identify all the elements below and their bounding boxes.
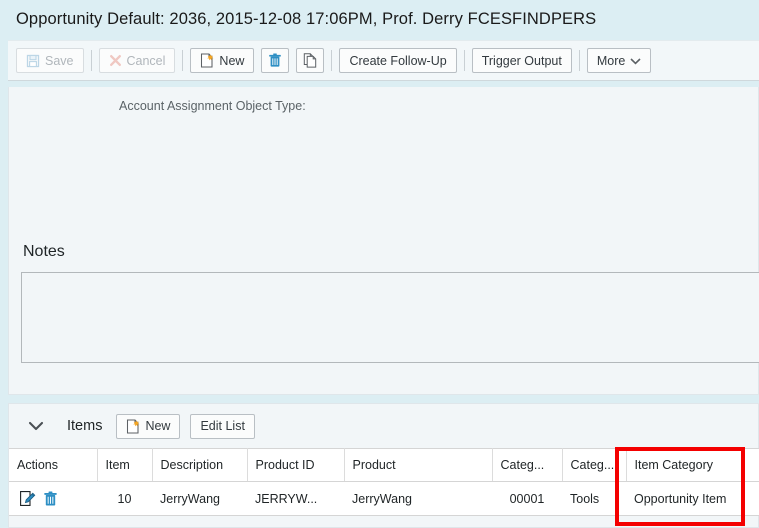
column-header-actions[interactable]: Actions (9, 448, 98, 482)
items-table: Actions Item Description Product ID Prod… (9, 448, 759, 516)
cancel-button-label: Cancel (126, 53, 166, 68)
column-header-description[interactable]: Description (152, 448, 248, 482)
save-button[interactable]: Save (16, 48, 84, 73)
trash-icon (268, 53, 282, 68)
more-menu-label: More (596, 53, 626, 68)
toolbar-separator (463, 50, 465, 71)
column-header-product-id[interactable]: Product ID (247, 448, 345, 482)
items-new-button[interactable]: New (116, 413, 181, 439)
toolbar-separator (331, 50, 333, 71)
create-follow-up-button[interactable]: Create Follow-Up (339, 48, 457, 73)
toolbar-separator (578, 50, 580, 71)
column-header-item-category[interactable]: Item Category (626, 448, 759, 482)
action-toolbar: Save Cancel New Create Follow-Up Trigger… (8, 40, 759, 81)
cancel-button[interactable]: Cancel (98, 48, 176, 73)
copy-button[interactable] (296, 48, 325, 73)
table-header-row: Actions Item Description Product ID Prod… (9, 448, 759, 482)
column-header-item[interactable]: Item (97, 448, 153, 482)
collapse-chevron-icon[interactable] (27, 417, 45, 435)
notes-textarea-wrapper[interactable] (21, 272, 759, 363)
cell-product-id: JERRYW... (247, 481, 344, 516)
items-section-title: Items (67, 418, 103, 434)
page-title: Opportunity Default: 2036, 2015-12-08 17… (16, 9, 597, 28)
new-document-icon (200, 53, 214, 68)
trigger-output-button[interactable]: Trigger Output (471, 48, 572, 73)
column-header-product[interactable]: Product (344, 448, 493, 482)
more-menu-button[interactable]: More (586, 48, 652, 73)
edit-list-button[interactable]: Edit List (190, 413, 255, 439)
toolbar-separator (182, 50, 184, 71)
save-button-label: Save (45, 53, 74, 68)
window-title-bar: Opportunity Default: 2036, 2015-12-08 17… (0, 0, 759, 38)
save-icon (26, 54, 40, 68)
items-new-button-label: New (145, 419, 171, 433)
cell-item[interactable]: 10 (97, 481, 152, 516)
delete-button[interactable] (261, 48, 290, 73)
cell-description[interactable]: JerryWang (152, 481, 247, 516)
edit-list-button-label: Edit List (200, 419, 245, 433)
chevron-down-icon (630, 57, 641, 65)
row-actions-cell (9, 481, 97, 516)
cell-category-2: Tools (562, 481, 626, 516)
column-header-category-1[interactable]: Categ... (492, 448, 563, 482)
cell-item-category: Opportunity Item (626, 481, 759, 516)
table-row[interactable]: 10 JerryWang JERRYW... JerryWang 00001 T… (9, 481, 759, 516)
notes-section-title: Notes (23, 243, 65, 260)
cancel-icon (109, 54, 122, 67)
new-document-icon (126, 418, 140, 434)
copy-icon (303, 53, 317, 68)
cell-product[interactable]: JerryWang (344, 481, 492, 516)
detail-panel: Account Assignment Object Type: Notes (8, 87, 759, 395)
new-button[interactable]: New (190, 48, 255, 73)
items-panel-header: Items New Edit List (9, 404, 758, 448)
application-window: Opportunity Default: 2036, 2015-12-08 17… (0, 0, 759, 528)
create-follow-up-label: Create Follow-Up (349, 53, 447, 68)
edit-row-icon[interactable] (19, 490, 36, 507)
notes-input[interactable] (22, 273, 759, 362)
trigger-output-label: Trigger Output (481, 53, 562, 68)
column-header-category-2[interactable]: Categ... (562, 448, 627, 482)
cell-category-1: 00001 (492, 481, 562, 516)
toolbar-separator (90, 50, 92, 71)
items-panel: Items New Edit List Actions Item Descrip… (8, 403, 759, 528)
new-button-label: New (219, 53, 245, 68)
account-assignment-object-type-label: Account Assignment Object Type: (119, 99, 306, 113)
delete-row-icon[interactable] (43, 491, 58, 507)
